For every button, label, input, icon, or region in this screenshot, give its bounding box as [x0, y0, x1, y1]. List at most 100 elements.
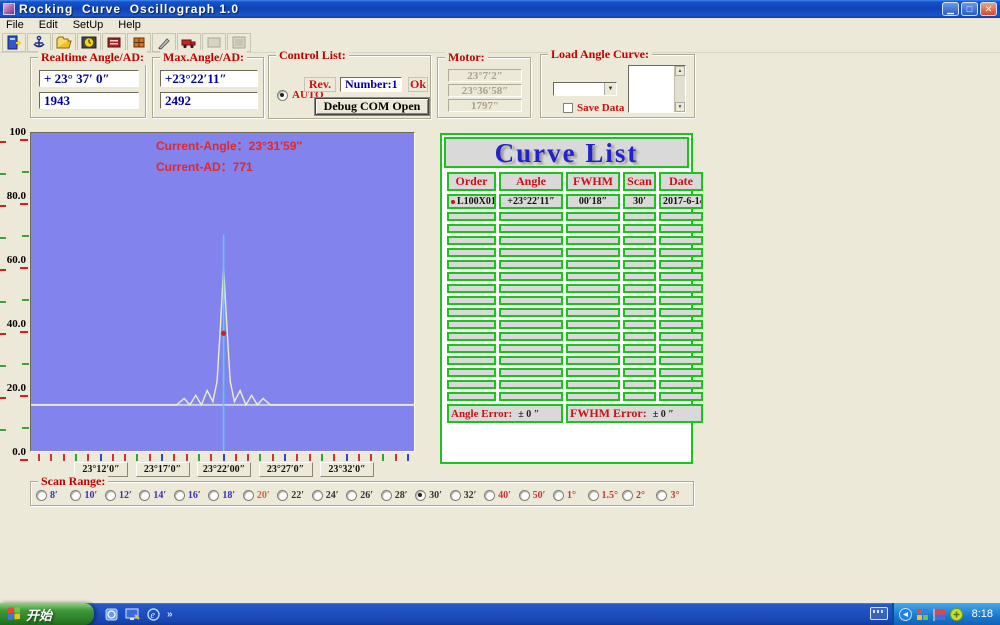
y-minor-tick	[22, 171, 29, 173]
flag-icon[interactable]	[933, 608, 946, 621]
scan-range-option-1.5°[interactable]: 1.5°	[588, 490, 622, 501]
table-row-empty[interactable]	[447, 272, 703, 281]
show-desktop-icon[interactable]	[125, 607, 140, 622]
maximize-button[interactable]: □	[961, 2, 978, 16]
antivirus-icon[interactable]	[950, 608, 963, 621]
menu-help[interactable]: Help	[118, 19, 141, 31]
menu-setup[interactable]: SetUp	[73, 19, 104, 31]
menu-file[interactable]: File	[6, 19, 24, 31]
y-major-tick	[20, 139, 28, 141]
scan-range-option-20′[interactable]: 20′	[243, 490, 277, 501]
table-row-empty[interactable]	[447, 332, 703, 341]
scan-range-option-28′[interactable]: 28′	[381, 490, 415, 501]
x-axis-label[interactable]: 23°17′0″	[136, 462, 190, 477]
scan-range-option-3°[interactable]: 3°	[656, 490, 690, 501]
radio-icon[interactable]	[622, 490, 633, 501]
radio-icon[interactable]	[139, 490, 150, 501]
scan-range-option-10′[interactable]: 10′	[70, 490, 104, 501]
curve-list-table[interactable]: OrderAngleFWHMScanDateL100X01+23°22′11″0…	[444, 169, 706, 426]
radio-icon[interactable]	[105, 490, 116, 501]
table-row-empty[interactable]	[447, 248, 703, 257]
radio-icon[interactable]	[312, 490, 323, 501]
table-row-empty[interactable]	[447, 284, 703, 293]
debug-com-open-button[interactable]: Debug COM Open	[315, 98, 429, 115]
radio-icon[interactable]	[553, 490, 564, 501]
exit-icon[interactable]	[2, 33, 26, 52]
browser-icon[interactable]	[104, 607, 119, 622]
scan-range-option-1°[interactable]: 1°	[553, 490, 587, 501]
scan-range-option-50′[interactable]: 50′	[519, 490, 553, 501]
graphics-icon[interactable]	[916, 608, 929, 621]
x-axis-label[interactable]: 23°32′0″	[320, 462, 374, 477]
max-angle-field[interactable]: +23°22′11″	[160, 70, 258, 87]
close-button[interactable]: ✕	[980, 2, 997, 16]
radio-icon[interactable]	[656, 490, 667, 501]
realtime-ad-field[interactable]: 1943	[39, 92, 139, 109]
table-row-empty[interactable]	[447, 368, 703, 377]
x-axis-tick	[210, 454, 212, 461]
scan-range-option-40′[interactable]: 40′	[484, 490, 518, 501]
language-icon[interactable]	[899, 608, 912, 621]
radio-icon[interactable]	[277, 90, 288, 101]
radio-icon[interactable]	[243, 490, 254, 501]
keyboard-icon[interactable]	[870, 607, 888, 620]
radio-icon[interactable]	[346, 490, 357, 501]
radio-icon[interactable]	[519, 490, 530, 501]
oscillograph-plot[interactable]: Current-Angle：23°31′59″ Current-AD：771	[30, 132, 415, 452]
table-row-empty[interactable]	[447, 344, 703, 353]
table-row-empty[interactable]	[447, 320, 703, 329]
radio-icon[interactable]	[381, 490, 392, 501]
radio-icon[interactable]	[450, 490, 461, 501]
checkbox-icon[interactable]	[563, 103, 573, 113]
scroll-down-icon[interactable]: ▼	[675, 102, 685, 112]
radio-icon[interactable]	[588, 490, 599, 501]
listbox-scrollbar[interactable]: ▲ ▼	[674, 66, 685, 112]
scan-range-option-26′[interactable]: 26′	[346, 490, 380, 501]
table-row-empty[interactable]	[447, 296, 703, 305]
table-row-empty[interactable]	[447, 380, 703, 389]
realtime-angle-field[interactable]: + 23° 37′ 0″	[39, 70, 139, 87]
overflow-chevron[interactable]: »	[167, 609, 173, 620]
radio-icon[interactable]	[70, 490, 81, 501]
curve-dropdown[interactable]: ▼	[553, 82, 617, 96]
radio-icon[interactable]	[484, 490, 495, 501]
radio-icon[interactable]	[277, 490, 288, 501]
scan-range-option-14′[interactable]: 14′	[139, 490, 173, 501]
radio-icon[interactable]	[174, 490, 185, 501]
radio-icon[interactable]	[415, 490, 426, 501]
radio-icon[interactable]	[208, 490, 219, 501]
table-row-empty[interactable]	[447, 356, 703, 365]
clock-time[interactable]: 8:18	[972, 608, 993, 620]
table-row[interactable]: L100X01+23°22′11″00′18″30′2017-6-14	[447, 194, 703, 209]
scan-range-option-8′[interactable]: 8′	[36, 490, 70, 501]
save-data-checkbox-group[interactable]: Save Data	[563, 102, 624, 114]
x-axis-label[interactable]: 23°22′00″	[197, 462, 251, 477]
max-ad-field[interactable]: 2492	[160, 92, 258, 109]
number-field[interactable]: Number:1	[340, 77, 402, 92]
menu-edit[interactable]: Edit	[39, 19, 58, 31]
table-row-empty[interactable]	[447, 224, 703, 233]
x-axis-label[interactable]: 23°27′0″	[259, 462, 313, 477]
scan-range-option-12′[interactable]: 12′	[105, 490, 139, 501]
scan-range-option-32′[interactable]: 32′	[450, 490, 484, 501]
scroll-up-icon[interactable]: ▲	[675, 66, 685, 76]
radio-icon[interactable]	[36, 490, 47, 501]
ok-label[interactable]: Ok	[408, 77, 428, 92]
scan-range-option-30′[interactable]: 30′	[415, 490, 449, 501]
scan-range-option-16′[interactable]: 16′	[174, 490, 208, 501]
x-axis-tick	[75, 454, 77, 461]
scan-range-option-24′[interactable]: 24′	[312, 490, 346, 501]
start-button[interactable]: 开始	[0, 603, 94, 625]
scan-range-option-18′[interactable]: 18′	[208, 490, 242, 501]
table-row-empty[interactable]	[447, 308, 703, 317]
table-row-empty[interactable]	[447, 212, 703, 221]
table-row-empty[interactable]	[447, 392, 703, 401]
table-row-empty[interactable]	[447, 236, 703, 245]
scan-range-option-22′[interactable]: 22′	[277, 490, 311, 501]
chevron-down-icon[interactable]: ▼	[604, 83, 616, 95]
table-row-empty[interactable]	[447, 260, 703, 269]
minimize-button[interactable]: ▁	[942, 2, 959, 16]
scan-range-option-2°[interactable]: 2°	[622, 490, 656, 501]
ie-icon[interactable]: e	[146, 607, 161, 622]
curve-listbox[interactable]: ▲ ▼	[628, 65, 686, 113]
